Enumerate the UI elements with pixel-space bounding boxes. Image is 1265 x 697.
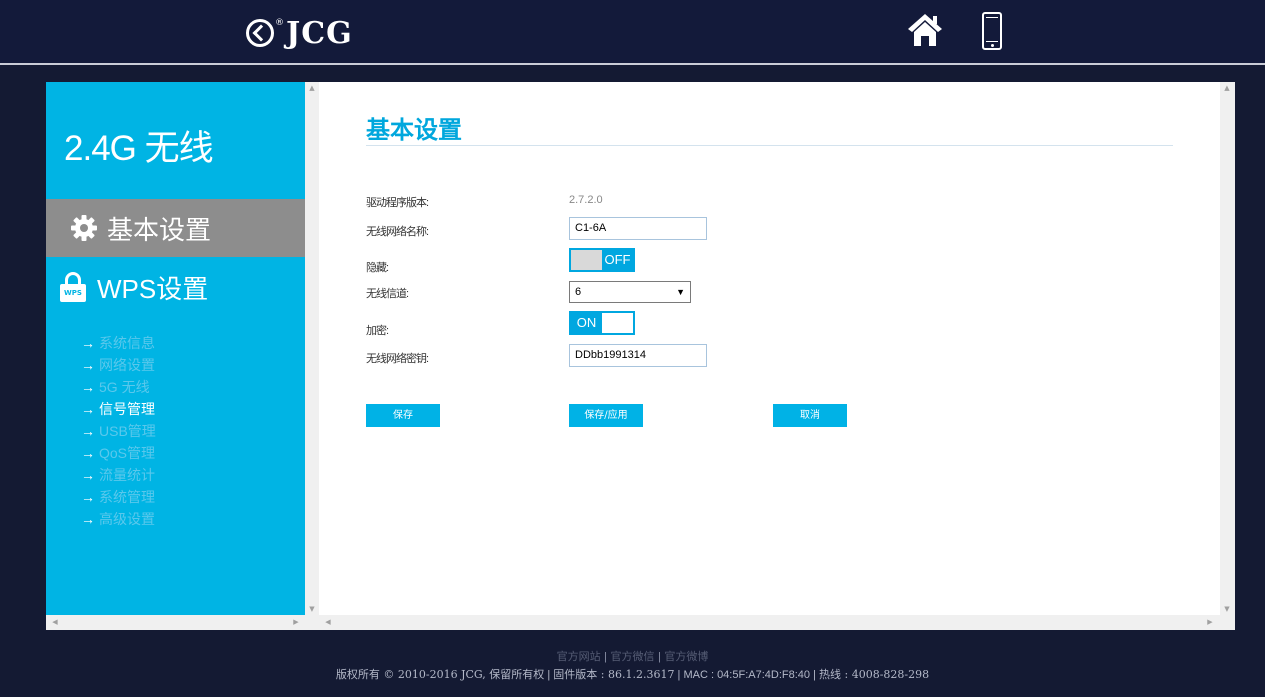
footer-separator: | bbox=[813, 669, 816, 681]
jcg-logo[interactable]: ® JCG bbox=[246, 15, 353, 51]
gear-icon bbox=[71, 215, 97, 241]
save-apply-button[interactable]: 保存/应用 bbox=[569, 404, 643, 427]
save-button[interactable]: 保存 bbox=[366, 404, 440, 427]
arrow-right-icon: → bbox=[81, 401, 95, 417]
submenu-item-qos-management[interactable]: → QoS管理 bbox=[81, 442, 156, 464]
channel-select[interactable]: 6 ▼ bbox=[569, 281, 691, 303]
channel-select-value: 6 bbox=[575, 286, 582, 298]
logo-mark-icon bbox=[246, 19, 274, 47]
title-divider bbox=[366, 145, 1173, 146]
arrow-right-icon: → bbox=[81, 423, 95, 439]
sidebar-item-wps-settings-label: WPS设置 bbox=[97, 273, 209, 304]
submenu-item-5g-wireless[interactable]: → 5G 无线 bbox=[81, 376, 156, 398]
footer-separator: | bbox=[604, 651, 607, 663]
arrow-right-icon: → bbox=[81, 445, 95, 461]
footer-firmware-version: 固件版本 : 86.1.2.3617 bbox=[553, 668, 675, 681]
scroll-left-icon[interactable]: ◀ bbox=[321, 618, 335, 626]
footer-links: 官方网站 | 官方微信 | 官方微博 bbox=[0, 648, 1265, 664]
footer-hotline: 热线 : 4008-828-298 bbox=[819, 668, 930, 681]
channel-label: 无线信道: bbox=[366, 288, 409, 300]
footer-copyright: 版权所有 © 2010-2016 JCG, 保留所有权 bbox=[335, 668, 545, 681]
encryption-toggle[interactable]: ON bbox=[569, 311, 635, 335]
footer-mac-address: MAC : 04:5F:A7:4D:F8:40 bbox=[683, 669, 811, 681]
ssid-label: 无线网络名称: bbox=[366, 226, 429, 238]
footer-link-wechat[interactable]: 官方微信 bbox=[611, 650, 655, 663]
sidebar-submenu: → 系统信息 → 网络设置 → 5G 无线 → 信号管理 → USB管理 → QoS管理 →… bbox=[81, 332, 156, 530]
driver-version-value: 2.7.2.0 bbox=[569, 194, 603, 206]
sidebar-item-wps-settings[interactable]: WPS WPS设置 bbox=[46, 258, 305, 316]
submenu-item-system-management[interactable]: → 系统管理 bbox=[81, 486, 156, 508]
arrow-right-icon: → bbox=[81, 379, 95, 395]
arrow-right-icon: → bbox=[81, 357, 95, 373]
ssid-input[interactable]: C1-6A bbox=[569, 217, 707, 240]
submenu-item-system-info[interactable]: → 系统信息 bbox=[81, 332, 156, 354]
top-header: ® JCG bbox=[0, 0, 1265, 64]
scroll-right-icon[interactable]: ▶ bbox=[289, 618, 303, 626]
footer-info: 版权所有 © 2010-2016 JCG, 保留所有权 | 固件版本 : 86.… bbox=[0, 666, 1265, 682]
arrow-right-icon: → bbox=[81, 489, 95, 505]
footer-link-weibo[interactable]: 官方微博 bbox=[664, 650, 708, 663]
page-title: 基本设置 bbox=[366, 116, 462, 144]
footer-separator: | bbox=[658, 651, 661, 663]
scroll-down-icon[interactable]: ▼ bbox=[305, 605, 319, 613]
submenu-item-advanced-settings[interactable]: → 高级设置 bbox=[81, 508, 156, 530]
content-horizontal-scrollbar[interactable]: ◀ ▶ bbox=[319, 615, 1235, 630]
submenu-item-traffic-stats[interactable]: → 流量统计 bbox=[81, 464, 156, 486]
sidebar-frame: 2.4G 无线 基本设置 WPS WPS设置 → 系统信息 → 网络设置 → 5… bbox=[46, 82, 319, 630]
logo-text: JCG bbox=[286, 15, 353, 51]
logo-registered-mark: ® bbox=[275, 18, 284, 28]
submenu-item-signal-management[interactable]: → 信号管理 bbox=[81, 398, 156, 420]
wireless-key-input[interactable]: DDbb1991314 bbox=[569, 344, 707, 367]
arrow-right-icon: → bbox=[81, 511, 95, 527]
sidebar-title: 2.4G 无线 bbox=[64, 129, 214, 168]
footer-link-official-site[interactable]: 官方网站 bbox=[557, 650, 601, 663]
sidebar-horizontal-scrollbar[interactable]: ◀ ▶ bbox=[46, 615, 305, 630]
scroll-up-icon[interactable]: ▲ bbox=[1220, 84, 1234, 92]
hidden-toggle[interactable]: OFF bbox=[569, 248, 635, 272]
submenu-item-network-settings[interactable]: → 网络设置 bbox=[81, 354, 156, 376]
submenu-item-usb-management[interactable]: → USB管理 bbox=[81, 420, 156, 442]
scroll-right-icon[interactable]: ▶ bbox=[1203, 618, 1217, 626]
arrow-right-icon: → bbox=[81, 467, 95, 483]
footer-separator: | bbox=[677, 669, 681, 681]
sidebar: 2.4G 无线 基本设置 WPS WPS设置 → 系统信息 → 网络设置 → 5… bbox=[46, 82, 305, 615]
scroll-up-icon[interactable]: ▲ bbox=[305, 84, 319, 92]
encryption-toggle-state: ON bbox=[571, 313, 602, 333]
sidebar-vertical-scrollbar[interactable]: ▲ ▼ bbox=[305, 82, 319, 615]
hidden-label: 隐藏: bbox=[366, 262, 389, 274]
cancel-button[interactable]: 取消 bbox=[773, 404, 847, 427]
scroll-left-icon[interactable]: ◀ bbox=[48, 618, 62, 626]
driver-version-label: 驱动程序版本: bbox=[366, 197, 429, 209]
wps-badge: WPS bbox=[60, 284, 86, 302]
dropdown-arrow-icon: ▼ bbox=[676, 287, 685, 297]
encryption-label: 加密: bbox=[366, 325, 389, 337]
toggle-knob bbox=[602, 313, 633, 333]
arrow-right-icon: → bbox=[81, 335, 95, 351]
wireless-key-label: 无线网络密钥: bbox=[366, 353, 429, 365]
home-icon[interactable] bbox=[906, 12, 944, 48]
sidebar-item-basic-settings[interactable]: 基本设置 bbox=[46, 199, 305, 257]
content-vertical-scrollbar[interactable]: ▲ ▼ bbox=[1220, 82, 1235, 615]
header-divider bbox=[0, 63, 1265, 65]
scroll-down-icon[interactable]: ▼ bbox=[1220, 605, 1234, 613]
toggle-knob bbox=[571, 250, 602, 270]
content-frame: 基本设置 驱动程序版本: 2.7.2.0 无线网络名称: C1-6A 隐藏: O… bbox=[319, 82, 1235, 630]
hidden-toggle-state: OFF bbox=[602, 250, 633, 270]
mobile-phone-icon[interactable] bbox=[982, 12, 1002, 50]
lock-icon: WPS bbox=[59, 271, 87, 303]
sidebar-item-basic-settings-label: 基本设置 bbox=[107, 214, 212, 245]
footer-separator: | bbox=[547, 669, 551, 681]
